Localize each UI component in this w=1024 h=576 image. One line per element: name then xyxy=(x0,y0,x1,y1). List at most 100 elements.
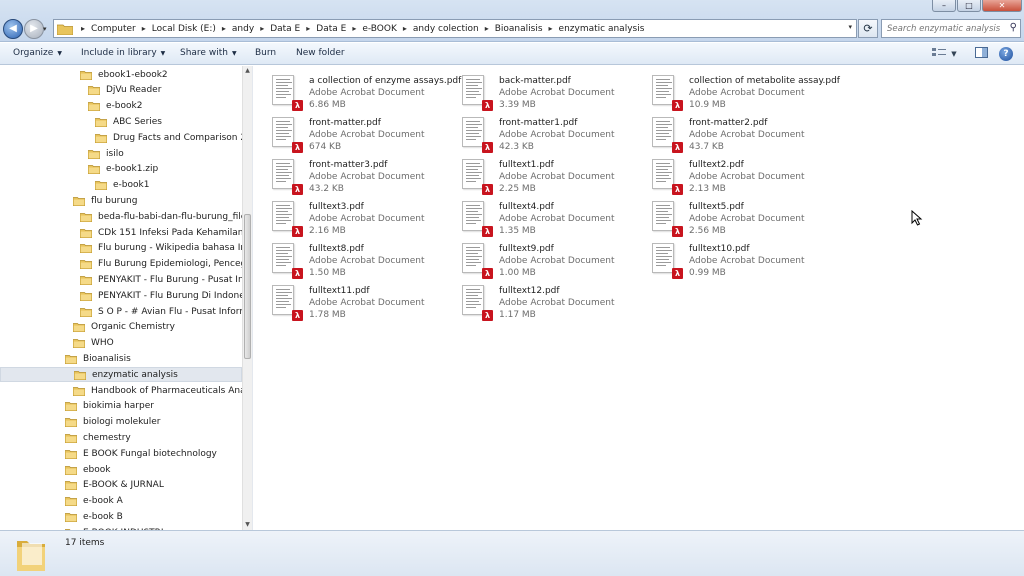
tree-item-label: PENYAKIT - Flu Burung Di Indonesia xyxy=(98,290,242,301)
organize-button[interactable]: Organize ▼ xyxy=(13,48,62,58)
file-item[interactable]: λ fulltext11.pdf Adobe Acrobat Document 1.7… xyxy=(257,281,442,321)
search-icon[interactable]: ⚲ xyxy=(1010,22,1017,33)
maximize-button[interactable]: □ xyxy=(957,0,981,12)
file-item[interactable]: λ fulltext9.pdf Adobe Acrobat Document 1.00… xyxy=(447,239,632,279)
scroll-up-arrow[interactable]: ▲ xyxy=(243,66,252,76)
file-item[interactable]: λ front-matter.pdf Adobe Acrobat Document 6… xyxy=(257,113,442,153)
breadcrumb-item[interactable]: Computer xyxy=(91,24,136,34)
breadcrumb-separator-icon[interactable]: ▸ xyxy=(222,24,226,33)
tree-item[interactable]: Bioanalisis xyxy=(65,351,131,366)
burn-button[interactable]: Burn xyxy=(255,48,276,58)
acrobat-pdf-icon: λ xyxy=(672,100,683,111)
file-name: fulltext11.pdf xyxy=(309,286,370,296)
address-bar[interactable]: ▸ Computer ▸ Local Disk (E:) ▸ andy ▸ Data E ▸ Da… xyxy=(53,19,857,38)
breadcrumb-item[interactable]: enzymatic analysis xyxy=(559,24,645,34)
file-item[interactable]: λ fulltext2.pdf Adobe Acrobat Document 2.13… xyxy=(637,155,822,195)
tree-item[interactable]: Organic Chemistry xyxy=(73,320,175,335)
file-item[interactable]: λ collection of metabolite assay.pdf Adobe… xyxy=(637,71,840,111)
breadcrumb-item[interactable]: Bioanalisis xyxy=(495,24,543,34)
tree-item[interactable]: E BOOK Fungal biotechnology xyxy=(65,446,217,461)
help-button[interactable]: ? xyxy=(999,47,1013,61)
scroll-down-arrow[interactable]: ▼ xyxy=(243,520,252,530)
change-view-button[interactable] xyxy=(928,46,950,62)
file-item[interactable]: λ fulltext1.pdf Adobe Acrobat Document 2.25… xyxy=(447,155,632,195)
tree-item[interactable]: ebook1-ebook2 xyxy=(80,67,168,82)
file-item[interactable]: λ fulltext12.pdf Adobe Acrobat Document 1.1… xyxy=(447,281,632,321)
breadcrumb-item[interactable]: e-BOOK xyxy=(362,24,397,34)
refresh-button[interactable]: ⟳ xyxy=(858,19,878,38)
tree-item[interactable]: Flu Burung Epidemiologi, Pencegahan xyxy=(80,257,242,272)
search-input[interactable] xyxy=(882,20,1000,37)
back-button[interactable]: ◀ xyxy=(3,19,23,39)
file-item[interactable]: λ back-matter.pdf Adobe Acrobat Document 3.… xyxy=(447,71,632,111)
tree-item[interactable]: beda-flu-babi-dan-flu-burung_files xyxy=(80,209,242,224)
file-item[interactable]: λ fulltext10.pdf Adobe Acrobat Document 0.9… xyxy=(637,239,822,279)
tree-item[interactable]: e-book1 xyxy=(95,178,149,193)
pane-divider[interactable] xyxy=(252,66,256,530)
breadcrumb-item[interactable]: Data E xyxy=(270,24,300,34)
tree-item[interactable]: ABC Series xyxy=(95,114,162,129)
file-item[interactable]: λ front-matter2.pdf Adobe Acrobat Document… xyxy=(637,113,822,153)
breadcrumb-separator-icon[interactable]: ▸ xyxy=(142,24,146,33)
breadcrumb-separator-icon[interactable]: ▸ xyxy=(485,24,489,33)
breadcrumb-item[interactable]: Data E xyxy=(316,24,346,34)
file-item[interactable]: λ fulltext8.pdf Adobe Acrobat Document 1.50… xyxy=(257,239,442,279)
breadcrumb-separator-icon[interactable]: ▸ xyxy=(81,24,85,33)
tree-item[interactable]: e-book B xyxy=(65,509,123,524)
tree-item[interactable]: biokimia harper xyxy=(65,399,154,414)
tree-item[interactable]: DjVu Reader xyxy=(88,83,161,98)
breadcrumb-separator-icon[interactable]: ▸ xyxy=(260,24,264,33)
breadcrumb-separator-icon[interactable]: ▸ xyxy=(306,24,310,33)
new-folder-button[interactable]: New folder xyxy=(296,48,345,58)
tree-item[interactable]: PENYAKIT - Flu Burung Di Indonesia xyxy=(80,288,242,303)
folder-icon xyxy=(80,291,92,301)
tree-item[interactable]: biologi molekuler xyxy=(65,415,161,430)
file-item[interactable]: λ front-matter1.pdf Adobe Acrobat Document… xyxy=(447,113,632,153)
acrobat-pdf-icon: λ xyxy=(482,184,493,195)
tree-item[interactable]: ebook xyxy=(65,462,110,477)
share-with-button[interactable]: Share with ▼ xyxy=(180,48,237,58)
tree-item[interactable]: E-BOOK & JURNAL xyxy=(65,478,164,493)
file-size: 0.99 MB xyxy=(689,268,726,278)
file-item[interactable]: λ fulltext3.pdf Adobe Acrobat Document 2.16… xyxy=(257,197,442,237)
file-item[interactable]: λ fulltext4.pdf Adobe Acrobat Document 1.35… xyxy=(447,197,632,237)
tree-item[interactable]: PENYAKIT - Flu Burung - Pusat Informasi xyxy=(80,272,242,287)
tree-item[interactable]: Flu burung - Wikipedia bahasa Indonesia xyxy=(80,241,242,256)
close-button[interactable]: ✕ xyxy=(982,0,1022,12)
minimize-button[interactable]: – xyxy=(932,0,956,12)
recent-pages-dropdown[interactable]: ▾ xyxy=(43,25,47,33)
tree-item[interactable]: enzymatic analysis xyxy=(0,367,242,383)
tree-item[interactable]: flu burung xyxy=(73,193,137,208)
tree-item[interactable]: Drug Facts and Comparison 2007 xyxy=(95,130,242,145)
pdf-thumbnail-icon xyxy=(462,159,484,189)
breadcrumb-separator-icon[interactable]: ▸ xyxy=(549,24,553,33)
tree-item[interactable]: S O P - # Avian Flu - Pusat Informasi xyxy=(80,304,242,319)
tree-item[interactable]: Handbook of Pharmaceuticals Analysis xyxy=(73,383,242,398)
tree-item[interactable]: chemestry xyxy=(65,430,131,445)
forward-button[interactable]: ▶ xyxy=(24,19,44,39)
file-item[interactable]: λ a collection of enzyme assays.pdf Adobe … xyxy=(257,71,461,111)
file-size: 1.00 MB xyxy=(499,268,536,278)
tree-item[interactable]: isilo xyxy=(88,146,124,161)
preview-pane-button[interactable] xyxy=(970,46,992,62)
view-dropdown[interactable]: ▼ xyxy=(948,46,960,62)
file-list: λ a collection of enzyme assays.pdf Adobe … xyxy=(257,66,1024,530)
scroll-thumb[interactable] xyxy=(244,214,251,359)
navigation-scrollbar[interactable]: ▲ ▼ xyxy=(242,66,252,530)
breadcrumb-separator-icon[interactable]: ▸ xyxy=(352,24,356,33)
tree-item[interactable]: e-book1.zip xyxy=(88,162,158,177)
include-in-library-button[interactable]: Include in library ▼ xyxy=(81,48,165,58)
breadcrumb-separator-icon[interactable]: ▸ xyxy=(403,24,407,33)
breadcrumb-item[interactable]: andy xyxy=(232,24,254,34)
breadcrumb-item[interactable]: Local Disk (E:) xyxy=(152,24,216,34)
file-item[interactable]: λ front-matter3.pdf Adobe Acrobat Document… xyxy=(257,155,442,195)
tree-item[interactable]: e-book2 xyxy=(88,99,142,114)
file-item[interactable]: λ fulltext5.pdf Adobe Acrobat Document 2.56… xyxy=(637,197,822,237)
tree-item[interactable]: CDk 151 Infeksi Pada Kehamilan_files xyxy=(80,225,242,240)
file-size: 1.35 MB xyxy=(499,226,536,236)
breadcrumb-item[interactable]: andy colection xyxy=(413,24,479,34)
pdf-thumbnail-icon xyxy=(652,201,674,231)
tree-item[interactable]: WHO xyxy=(73,336,114,351)
address-dropdown[interactable]: ▾ xyxy=(848,23,852,31)
tree-item[interactable]: e-book A xyxy=(65,494,123,509)
